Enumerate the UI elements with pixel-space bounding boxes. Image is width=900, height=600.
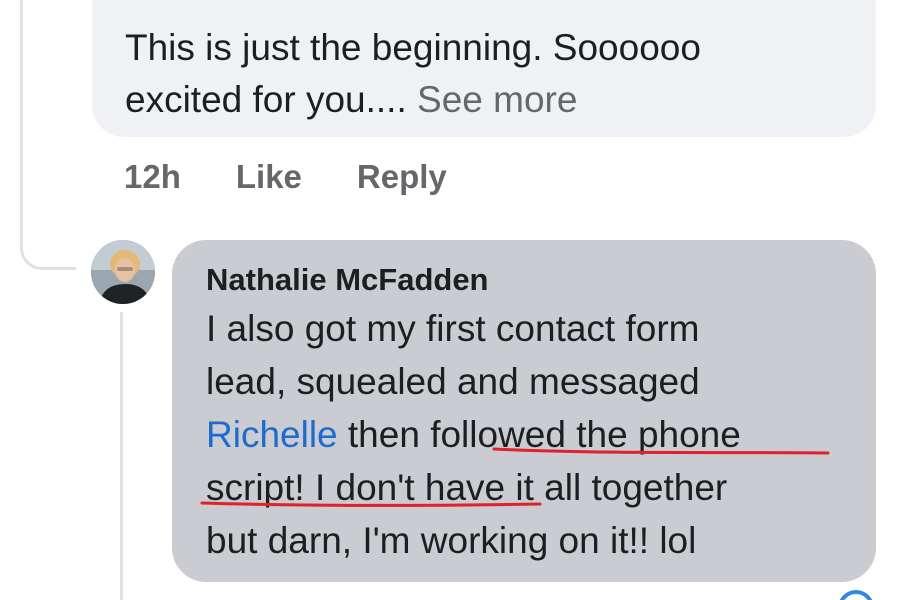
parent-comment-line-1: This is just the beginning. Soooooo [125, 27, 701, 68]
reply-line-3-text: then followed the phone [337, 414, 741, 455]
see-more-link[interactable]: See more [417, 79, 577, 120]
reply-button[interactable]: Reply [357, 158, 447, 196]
reply-line-4: script! I don't have it all together [206, 467, 728, 508]
avatar[interactable] [91, 240, 155, 304]
reaction-icon[interactable] [838, 590, 874, 600]
thread-connector-curve [20, 222, 76, 270]
like-button[interactable]: Like [236, 158, 302, 196]
reply-line-5: but darn, I'm working on it!! lol [206, 520, 697, 561]
avatar-image [91, 240, 155, 304]
thread-connector-line [20, 0, 23, 252]
reply-comment-bubble: Nathalie McFadden I also got my first co… [172, 240, 876, 582]
reply-line-2: lead, squealed and messaged [206, 361, 700, 402]
reply-line-3: Richelle then followed the phone [206, 408, 876, 461]
reply-line-1: I also got my first contact form [206, 308, 700, 349]
comment-thread: This is just the beginning. Soooooo exci… [0, 0, 900, 600]
reply-comment-text: I also got my first contact form lead, s… [200, 302, 876, 567]
reply-thread-line [120, 312, 123, 600]
comment-timestamp[interactable]: 12h [124, 158, 181, 196]
comment-actions: 12h Like Reply [124, 155, 447, 199]
parent-comment-text: This is just the beginning. Soooooo exci… [125, 22, 865, 126]
parent-comment-bubble: This is just the beginning. Soooooo exci… [92, 0, 876, 137]
mention-link[interactable]: Richelle [206, 414, 338, 455]
reply-author-name[interactable]: Nathalie McFadden [206, 260, 876, 300]
parent-comment-line-2: excited for you.... [125, 79, 418, 120]
